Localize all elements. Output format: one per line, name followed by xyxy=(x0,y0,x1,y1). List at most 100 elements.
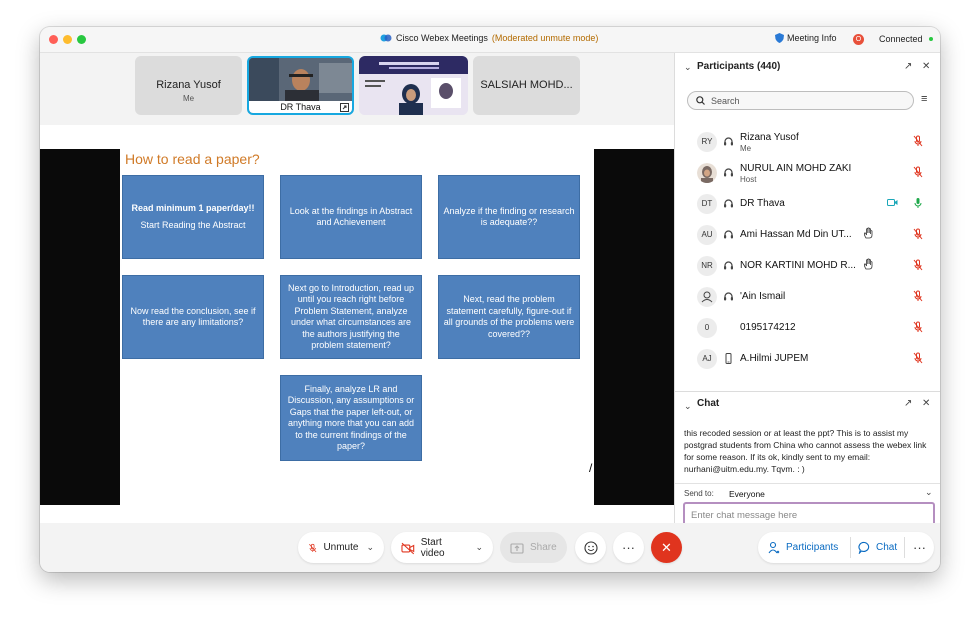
minimize-window-button[interactable] xyxy=(63,35,72,44)
participant-role: Host xyxy=(740,175,757,184)
collapse-chevron-icon[interactable]: ⌄ xyxy=(684,401,692,412)
meeting-controls-bar: Unmute ⌄ Start video ⌄ Share ··· ✕ Parti… xyxy=(40,523,940,572)
avatar: RY xyxy=(697,132,717,152)
reactions-button[interactable] xyxy=(575,532,606,563)
connection-status: Connected xyxy=(879,34,933,44)
maximize-window-button[interactable] xyxy=(77,35,86,44)
send-to-value: Everyone xyxy=(729,489,765,499)
video-thumbnail-salsiah[interactable]: SALSIAH MOHD... xyxy=(473,56,580,115)
slide-step-text: Next, read the problem statement careful… xyxy=(443,294,575,339)
muted-mic-icon[interactable] xyxy=(913,321,923,333)
start-video-button[interactable]: Start video ⌄ xyxy=(391,532,493,563)
more-options-button[interactable]: ··· xyxy=(613,532,644,563)
connection-dot-icon xyxy=(928,37,933,41)
close-window-button[interactable] xyxy=(49,35,58,44)
chevron-down-icon[interactable]: ⌄ xyxy=(475,542,483,553)
webex-logo-icon xyxy=(380,34,392,42)
leave-meeting-button[interactable]: ✕ xyxy=(651,532,682,563)
active-mic-icon[interactable] xyxy=(913,197,923,209)
send-to-selector[interactable]: Send to: Everyone ⌄ xyxy=(675,483,940,501)
participant-list: RY Rizana Yusof Me NURUL AIN MOHD ZAKI H… xyxy=(675,126,940,390)
person-icon xyxy=(697,287,717,307)
phone-icon xyxy=(725,353,732,364)
participant-row[interactable]: NR NOR KARTINI MOHD R... xyxy=(675,250,940,281)
close-icon[interactable]: ✕ xyxy=(922,61,930,72)
chevron-down-icon: ⌄ xyxy=(925,487,933,497)
participant-row[interactable]: NURUL AIN MOHD ZAKI Host xyxy=(675,157,940,188)
participant-row[interactable]: 0 0195174212 xyxy=(675,312,940,343)
headset-icon xyxy=(724,168,733,177)
participants-panel-header: ⌄ Participants (440) ↗ ✕ xyxy=(675,53,940,81)
video-thumbnail-rizana[interactable]: Rizana Yusof Me xyxy=(135,56,242,115)
headset-icon xyxy=(724,261,733,270)
thumbnail-name: DR Thava xyxy=(249,101,352,113)
search-icon xyxy=(696,96,705,105)
slide-step-text: Now read the conclusion, see if there ar… xyxy=(130,305,256,328)
participant-search-input[interactable]: Search xyxy=(687,91,914,110)
video-thumbnail-webinar[interactable] xyxy=(359,56,468,115)
participant-row[interactable]: 'Ain Ismail xyxy=(675,281,940,312)
muted-mic-icon xyxy=(309,543,317,552)
video-thumbnail-dr-thava[interactable]: DR Thava xyxy=(247,56,354,115)
chat-message: this recoded session or at least the ppt… xyxy=(684,428,927,474)
share-screen-icon xyxy=(340,103,349,112)
slide-step-box: Next, read the problem statement careful… xyxy=(438,275,580,359)
muted-mic-icon[interactable] xyxy=(913,352,923,364)
muted-mic-icon[interactable] xyxy=(913,166,923,178)
avatar: AU xyxy=(697,225,717,245)
popout-icon[interactable]: ↗ xyxy=(904,398,912,409)
webinar-poster-image xyxy=(359,56,468,115)
participant-row[interactable]: RY Rizana Yusof Me xyxy=(675,126,940,157)
video-thumbnail-strip: Rizana Yusof Me DR Thava SALSIAH MOHD... xyxy=(40,53,674,123)
more-panels-button[interactable]: ··· xyxy=(913,532,926,563)
video-camera-icon[interactable] xyxy=(887,198,898,207)
participant-row[interactable]: AJ A.Hilmi JUPEM xyxy=(675,343,940,374)
collapse-chevron-icon[interactable]: ⌄ xyxy=(684,62,692,73)
headset-icon xyxy=(724,292,733,301)
presentation-slide: How to read a paper? Read minimum 1 pape… xyxy=(120,149,594,505)
participants-icon xyxy=(768,541,780,554)
popout-icon[interactable]: ↗ xyxy=(904,61,912,72)
participant-name: 0195174212 xyxy=(740,322,796,333)
meeting-info-button[interactable]: Meeting Info xyxy=(775,33,837,43)
sort-list-icon[interactable]: ≡ xyxy=(921,93,927,105)
participant-name: DR Thava xyxy=(740,198,785,209)
avatar: 0 xyxy=(697,318,717,338)
participants-toggle-button[interactable]: Participants xyxy=(768,532,838,563)
thumbnail-sub: Me xyxy=(182,94,195,103)
divider xyxy=(850,537,851,558)
muted-mic-icon[interactable] xyxy=(913,135,923,147)
webex-window: Cisco Webex Meetings (Moderated unmute m… xyxy=(40,27,940,572)
chat-toggle-label: Chat xyxy=(876,542,898,553)
video-off-icon xyxy=(401,542,415,554)
avatar xyxy=(697,163,717,183)
chat-toggle-button[interactable]: Chat xyxy=(858,532,897,563)
slide-stray-mark: / xyxy=(589,461,593,475)
shield-icon xyxy=(775,33,784,43)
recording-badge[interactable]: O xyxy=(853,34,864,45)
start-video-label: Start video xyxy=(420,536,445,559)
participant-name: NURUL AIN MOHD ZAKI xyxy=(740,163,852,174)
muted-mic-icon[interactable] xyxy=(913,228,923,240)
slide-step-box: Analyze if the finding or research is ad… xyxy=(438,175,580,259)
participant-name: A.Hilmi JUPEM xyxy=(740,353,809,364)
muted-mic-icon[interactable] xyxy=(913,259,923,271)
unmute-button[interactable]: Unmute ⌄ xyxy=(298,532,384,563)
raised-hand-icon xyxy=(864,258,873,270)
thumbnail-name: Rizana Yusof xyxy=(156,79,221,91)
share-button[interactable]: Share xyxy=(500,532,567,563)
chat-input-placeholder: Enter chat message here xyxy=(691,510,798,521)
slide-title: How to read a paper? xyxy=(125,151,260,167)
chat-panel-title: Chat xyxy=(697,398,720,409)
slide-step-text: Finally, analyze LR and Discussion, any … xyxy=(287,383,415,452)
participant-row[interactable]: AU Ami Hassan Md Din UT... xyxy=(675,219,940,250)
participant-name: Ami Hassan Md Din UT... xyxy=(740,229,852,240)
app-name: Cisco Webex Meetings xyxy=(396,33,488,43)
more-dots-icon: ··· xyxy=(622,540,635,555)
chevron-down-icon[interactable]: ⌄ xyxy=(366,542,374,553)
share-icon xyxy=(510,542,524,554)
muted-mic-icon[interactable] xyxy=(913,290,923,302)
participant-role: Me xyxy=(740,144,752,153)
close-icon[interactable]: ✕ xyxy=(922,398,930,409)
participant-row[interactable]: DT DR Thava xyxy=(675,188,940,219)
